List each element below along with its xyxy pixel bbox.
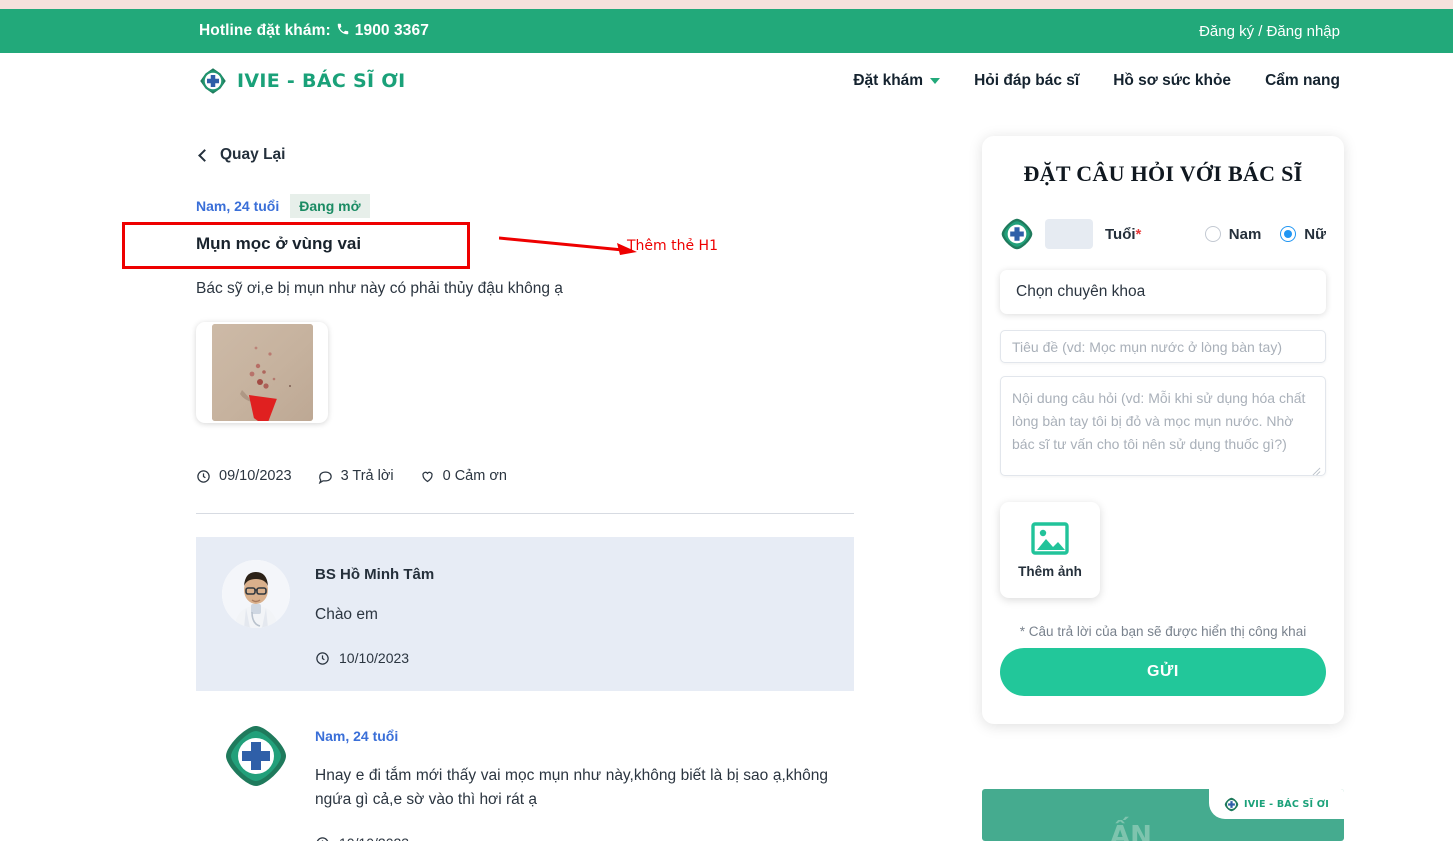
clock-icon: [316, 651, 329, 665]
ivie-logo-icon: [1224, 797, 1239, 811]
nav-item-hoi-dap-label: Hỏi đáp bác sĩ: [974, 72, 1080, 89]
answer-item-doctor: BS Hồ Minh Tâm Chào em 10/10/2023: [196, 537, 854, 692]
question-content-input[interactable]: [1000, 376, 1326, 476]
promo-banner[interactable]: IVIE - BÁC SĨ ƠI ẤN: [982, 789, 1344, 841]
answer-date: 10/10/2023: [315, 650, 828, 666]
nav-item-ho-so[interactable]: Hồ sơ sức khỏe: [1113, 72, 1231, 90]
promo-headline: ẤN: [1110, 821, 1152, 841]
heart-icon: [421, 471, 433, 482]
status-badge: Đang mở: [290, 194, 370, 218]
answer-body: BS Hồ Minh Tâm Chào em 10/10/2023: [315, 560, 828, 666]
clock-icon: [316, 836, 329, 841]
hotline-info: Hotline đặt khám: 1900 3367: [199, 22, 429, 40]
add-photo-button[interactable]: Thêm ảnh: [1000, 502, 1100, 598]
auth-link[interactable]: Đăng ký / Đăng nhập: [1199, 23, 1340, 40]
main-navbar: IVIE - BÁC SĨ ƠI Đặt khám Hỏi đáp bác sĩ…: [0, 53, 1453, 109]
phone-icon: [336, 22, 350, 38]
ivie-logo-icon: [198, 66, 228, 96]
specialty-select[interactable]: Chọn chuyên khoa: [1000, 270, 1326, 314]
answer-text: Chào em: [315, 606, 378, 623]
gender-radio-male[interactable]: Nam: [1204, 225, 1262, 243]
stat-thanks[interactable]: 0 Cảm ơn: [420, 468, 507, 484]
stat-thanks-label: 0 Cảm ơn: [442, 468, 507, 484]
submit-button[interactable]: GỬI: [1000, 648, 1326, 696]
gender-radio-female[interactable]: Nữ: [1280, 226, 1326, 243]
question-author: Nam, 24 tuổi: [196, 198, 280, 214]
stat-answers[interactable]: 3 Trả lời: [318, 468, 394, 484]
back-link-label: Quay Lại: [220, 146, 286, 163]
answer-author-name: BS Hồ Minh Tâm: [315, 566, 435, 583]
required-mark: *: [1135, 225, 1142, 243]
public-answer-note: * Câu trả lời của bạn sẽ được hiển thị c…: [1019, 624, 1307, 639]
promo-brand-name: IVIE - BÁC SĨ ƠI: [1243, 798, 1330, 810]
answer-date-label: 10/10/2023: [339, 835, 409, 841]
page-root: Hotline đặt khám: 1900 3367 Đăng ký / Đă…: [0, 0, 1453, 841]
question-title-input[interactable]: [1000, 330, 1326, 363]
chevron-down-icon: [930, 78, 941, 84]
specialty-select-value: Chọn chuyên khoa: [1016, 283, 1146, 300]
nav-item-hoi-dap[interactable]: Hỏi đáp bác sĩ: [974, 72, 1079, 90]
nav-item-dat-kham-label: Đặt khám: [853, 72, 924, 89]
answer-date-label: 10/10/2023: [339, 650, 410, 667]
answer-date: 10/10/2023: [315, 835, 828, 841]
nav-links: Đặt khám Hỏi đáp bác sĩ Hồ sơ sức khỏe C…: [853, 72, 1340, 90]
comment-icon: [318, 471, 332, 484]
stat-date: 09/10/2023: [196, 468, 292, 484]
hotline-number[interactable]: 1900 3367: [355, 22, 429, 40]
clock-icon: [197, 469, 210, 483]
ivie-logo-icon: [1000, 217, 1034, 251]
answer-item-user: Nam, 24 tuổi Hnay e đi tắm mới thấy vai …: [196, 699, 854, 841]
avatar: [222, 560, 290, 628]
gender-radio-group: Nam Nữ: [1204, 225, 1326, 243]
question-image-thumbnail[interactable]: [196, 322, 328, 423]
image-icon: [1031, 521, 1069, 555]
age-field[interactable]: [1045, 219, 1093, 249]
chevron-left-icon: [198, 148, 211, 162]
nav-item-cam-nang-label: Cẩm nang: [1265, 72, 1340, 89]
question-meta: Nam, 24 tuổi Đang mở: [196, 194, 854, 218]
content-area: Quay Lại Nam, 24 tuổi Đang mở Mụn mọc ở …: [0, 109, 1453, 841]
ask-doctor-panel: ĐẶT CÂU HỎI VỚI BÁC SĨ Tuổi* Nam Nữ Chọn…: [982, 136, 1344, 724]
gender-female-label: Nữ: [1304, 225, 1326, 243]
avatar: [222, 722, 290, 790]
stat-date-label: 09/10/2023: [219, 468, 292, 484]
question-stats: 09/10/2023 3 Trả lời 0 Cảm ơn: [196, 468, 854, 484]
annotation-label: Thêm thẻ H1: [627, 238, 718, 254]
answer-text: Hnay e đi tắm mới thấy vai mọc mụn như n…: [315, 767, 828, 809]
answer-body: Nam, 24 tuổi Hnay e đi tắm mới thấy vai …: [315, 722, 828, 841]
radio-dot-icon: [1204, 226, 1221, 242]
gender-male-label: Nam: [1228, 225, 1262, 243]
brand-name: IVIE - BÁC SĨ ƠI: [237, 70, 406, 92]
nav-item-ho-so-label: Hồ sơ sức khỏe: [1113, 72, 1232, 89]
question-content-wrap: [1000, 363, 1326, 481]
stat-answers-label: 3 Trả lời: [340, 468, 394, 484]
hotline-bar: Hotline đặt khám: 1900 3367 Đăng ký / Đă…: [0, 9, 1453, 53]
question-column: Quay Lại Nam, 24 tuổi Đang mở Mụn mọc ở …: [122, 109, 854, 841]
identity-row: Tuổi* Nam Nữ: [1000, 217, 1326, 251]
nav-item-dat-kham[interactable]: Đặt khám: [853, 72, 941, 90]
question-body: Bác sỹ ơi,e bị mụn như này có phải thủy …: [196, 280, 563, 297]
annotation-arrow-icon: [499, 236, 637, 255]
promo-brand-badge: IVIE - BÁC SĨ ƠI: [1209, 789, 1344, 819]
hotline-label: Hotline đặt khám:: [199, 22, 331, 39]
back-link[interactable]: Quay Lại: [196, 146, 854, 164]
add-photo-label: Thêm ảnh: [1018, 563, 1082, 579]
brand-logo-link[interactable]: IVIE - BÁC SĨ ƠI: [198, 66, 406, 96]
nav-item-cam-nang[interactable]: Cẩm nang: [1265, 72, 1340, 90]
question-image: [211, 324, 313, 421]
age-label: Tuổi*: [1105, 225, 1142, 243]
divider: [196, 513, 854, 514]
radio-dot-icon: [1280, 226, 1297, 242]
ask-doctor-form: ĐẶT CÂU HỎI VỚI BÁC SĨ Tuổi* Nam Nữ Chọn…: [982, 136, 1344, 724]
question-title-wrap: Mụn mọc ở vùng vai Thêm thẻ H1: [122, 222, 854, 276]
answer-author-name: Nam, 24 tuổi: [315, 728, 399, 745]
top-decorative-strip: [0, 0, 1453, 9]
page-title: Mụn mọc ở vùng vai: [196, 234, 362, 253]
form-title: ĐẶT CÂU HỎI VỚI BÁC SĨ: [1023, 161, 1303, 186]
